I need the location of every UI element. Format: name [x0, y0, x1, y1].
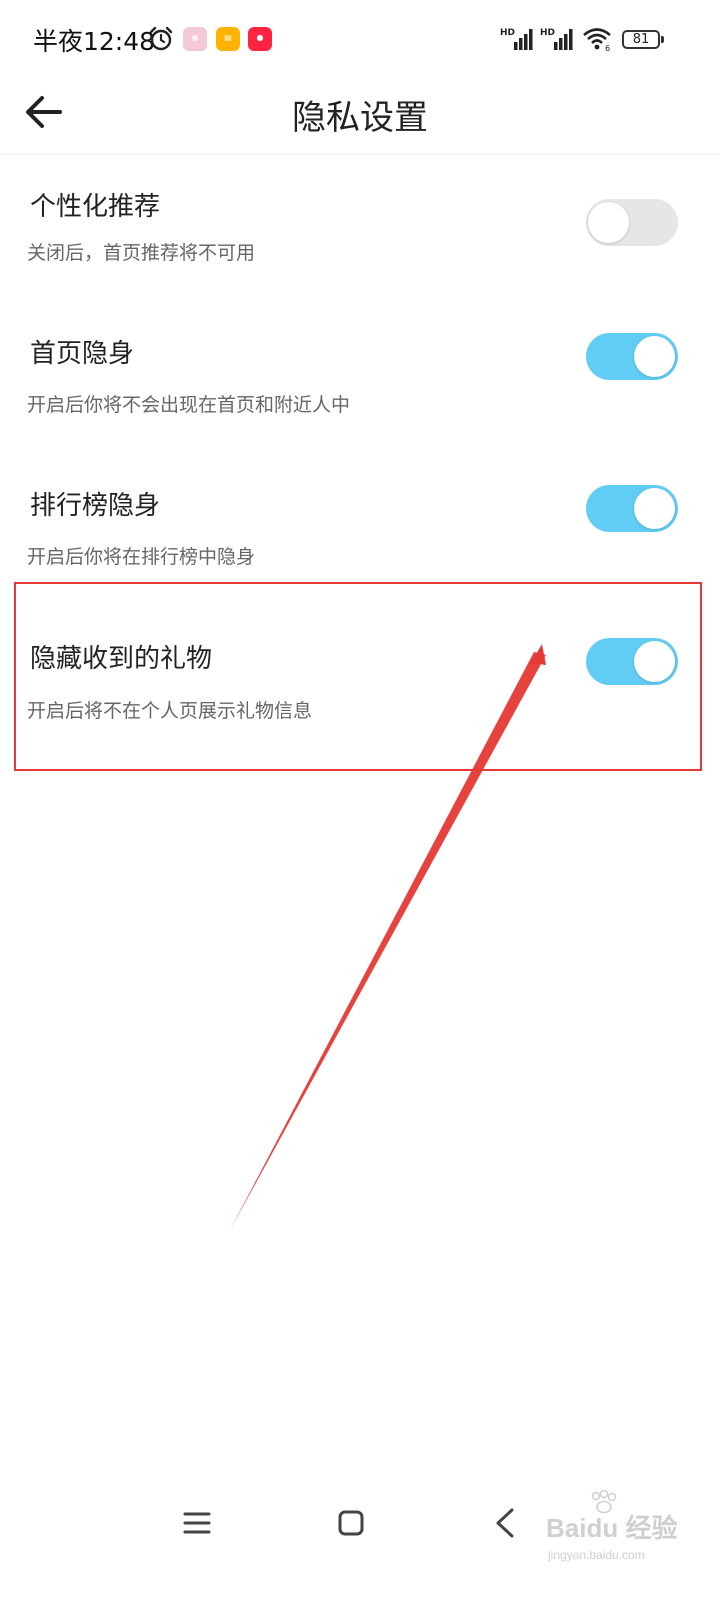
- setting-row-ranking-invisible: 排行榜隐身 开启后你将在排行榜中隐身: [0, 485, 720, 585]
- setting-description: 关闭后，首页推荐将不可用: [27, 242, 256, 264]
- app-notification-icon: ▤: [216, 27, 240, 51]
- setting-row-home-invisible: 首页隐身 开启后你将不会出现在首页和附近人中: [0, 333, 720, 433]
- status-bar: 半夜12:48 ◉ ▤ ● HD HD 6 81: [0, 0, 720, 80]
- toggle-knob: [634, 488, 675, 529]
- personalized-recommendation-toggle[interactable]: [586, 199, 678, 246]
- setting-title: 首页隐身: [30, 339, 135, 369]
- annotation-highlight-box: [14, 582, 702, 771]
- signal-hd-label: HD: [540, 28, 555, 38]
- watermark-url: jingyan.baidu.com: [548, 1548, 645, 1562]
- baidu-jingyan-watermark: Baidu 经验 jingyan.baidu.com: [540, 1490, 710, 1590]
- app-notification-icon: ●: [248, 27, 272, 51]
- watermark-brand: Baidu 经验: [546, 1513, 678, 1543]
- cellular-signal-icon: HD: [540, 28, 573, 50]
- battery-level: 81: [632, 32, 650, 47]
- status-time: 半夜12:48: [33, 27, 156, 56]
- signal-hd-label: HD: [500, 28, 515, 38]
- battery-indicator: 81: [622, 30, 664, 49]
- setting-description: 开启后你将不会出现在首页和附近人中: [27, 394, 351, 416]
- home-invisible-toggle[interactable]: [586, 333, 678, 380]
- chevron-left-icon[interactable]: [490, 1506, 520, 1540]
- page-title: 隐私设置: [292, 98, 428, 138]
- home-icon[interactable]: [336, 1508, 366, 1538]
- setting-description: 开启后你将在排行榜中隐身: [27, 546, 256, 568]
- app-notification-icon: ◉: [183, 27, 207, 51]
- ranking-invisible-toggle[interactable]: [586, 485, 678, 532]
- privacy-settings-screen: 半夜12:48 ◉ ▤ ● HD HD 6 81 隐私设置 个性化推荐 关闭后，…: [0, 0, 720, 1600]
- header: 隐私设置: [0, 70, 720, 155]
- cellular-signal-icon: HD: [500, 28, 533, 50]
- wifi-icon: 6: [583, 28, 611, 52]
- menu-icon[interactable]: [182, 1508, 212, 1538]
- setting-row-personalized-recommendation: 个性化推荐 关闭后，首页推荐将不可用: [0, 186, 720, 286]
- toggle-knob: [588, 202, 629, 243]
- setting-title: 排行榜隐身: [30, 491, 161, 521]
- wifi-label: 6: [605, 44, 610, 52]
- alarm-clock-icon: [149, 26, 173, 51]
- toggle-knob: [634, 336, 675, 377]
- setting-title: 个性化推荐: [30, 192, 161, 222]
